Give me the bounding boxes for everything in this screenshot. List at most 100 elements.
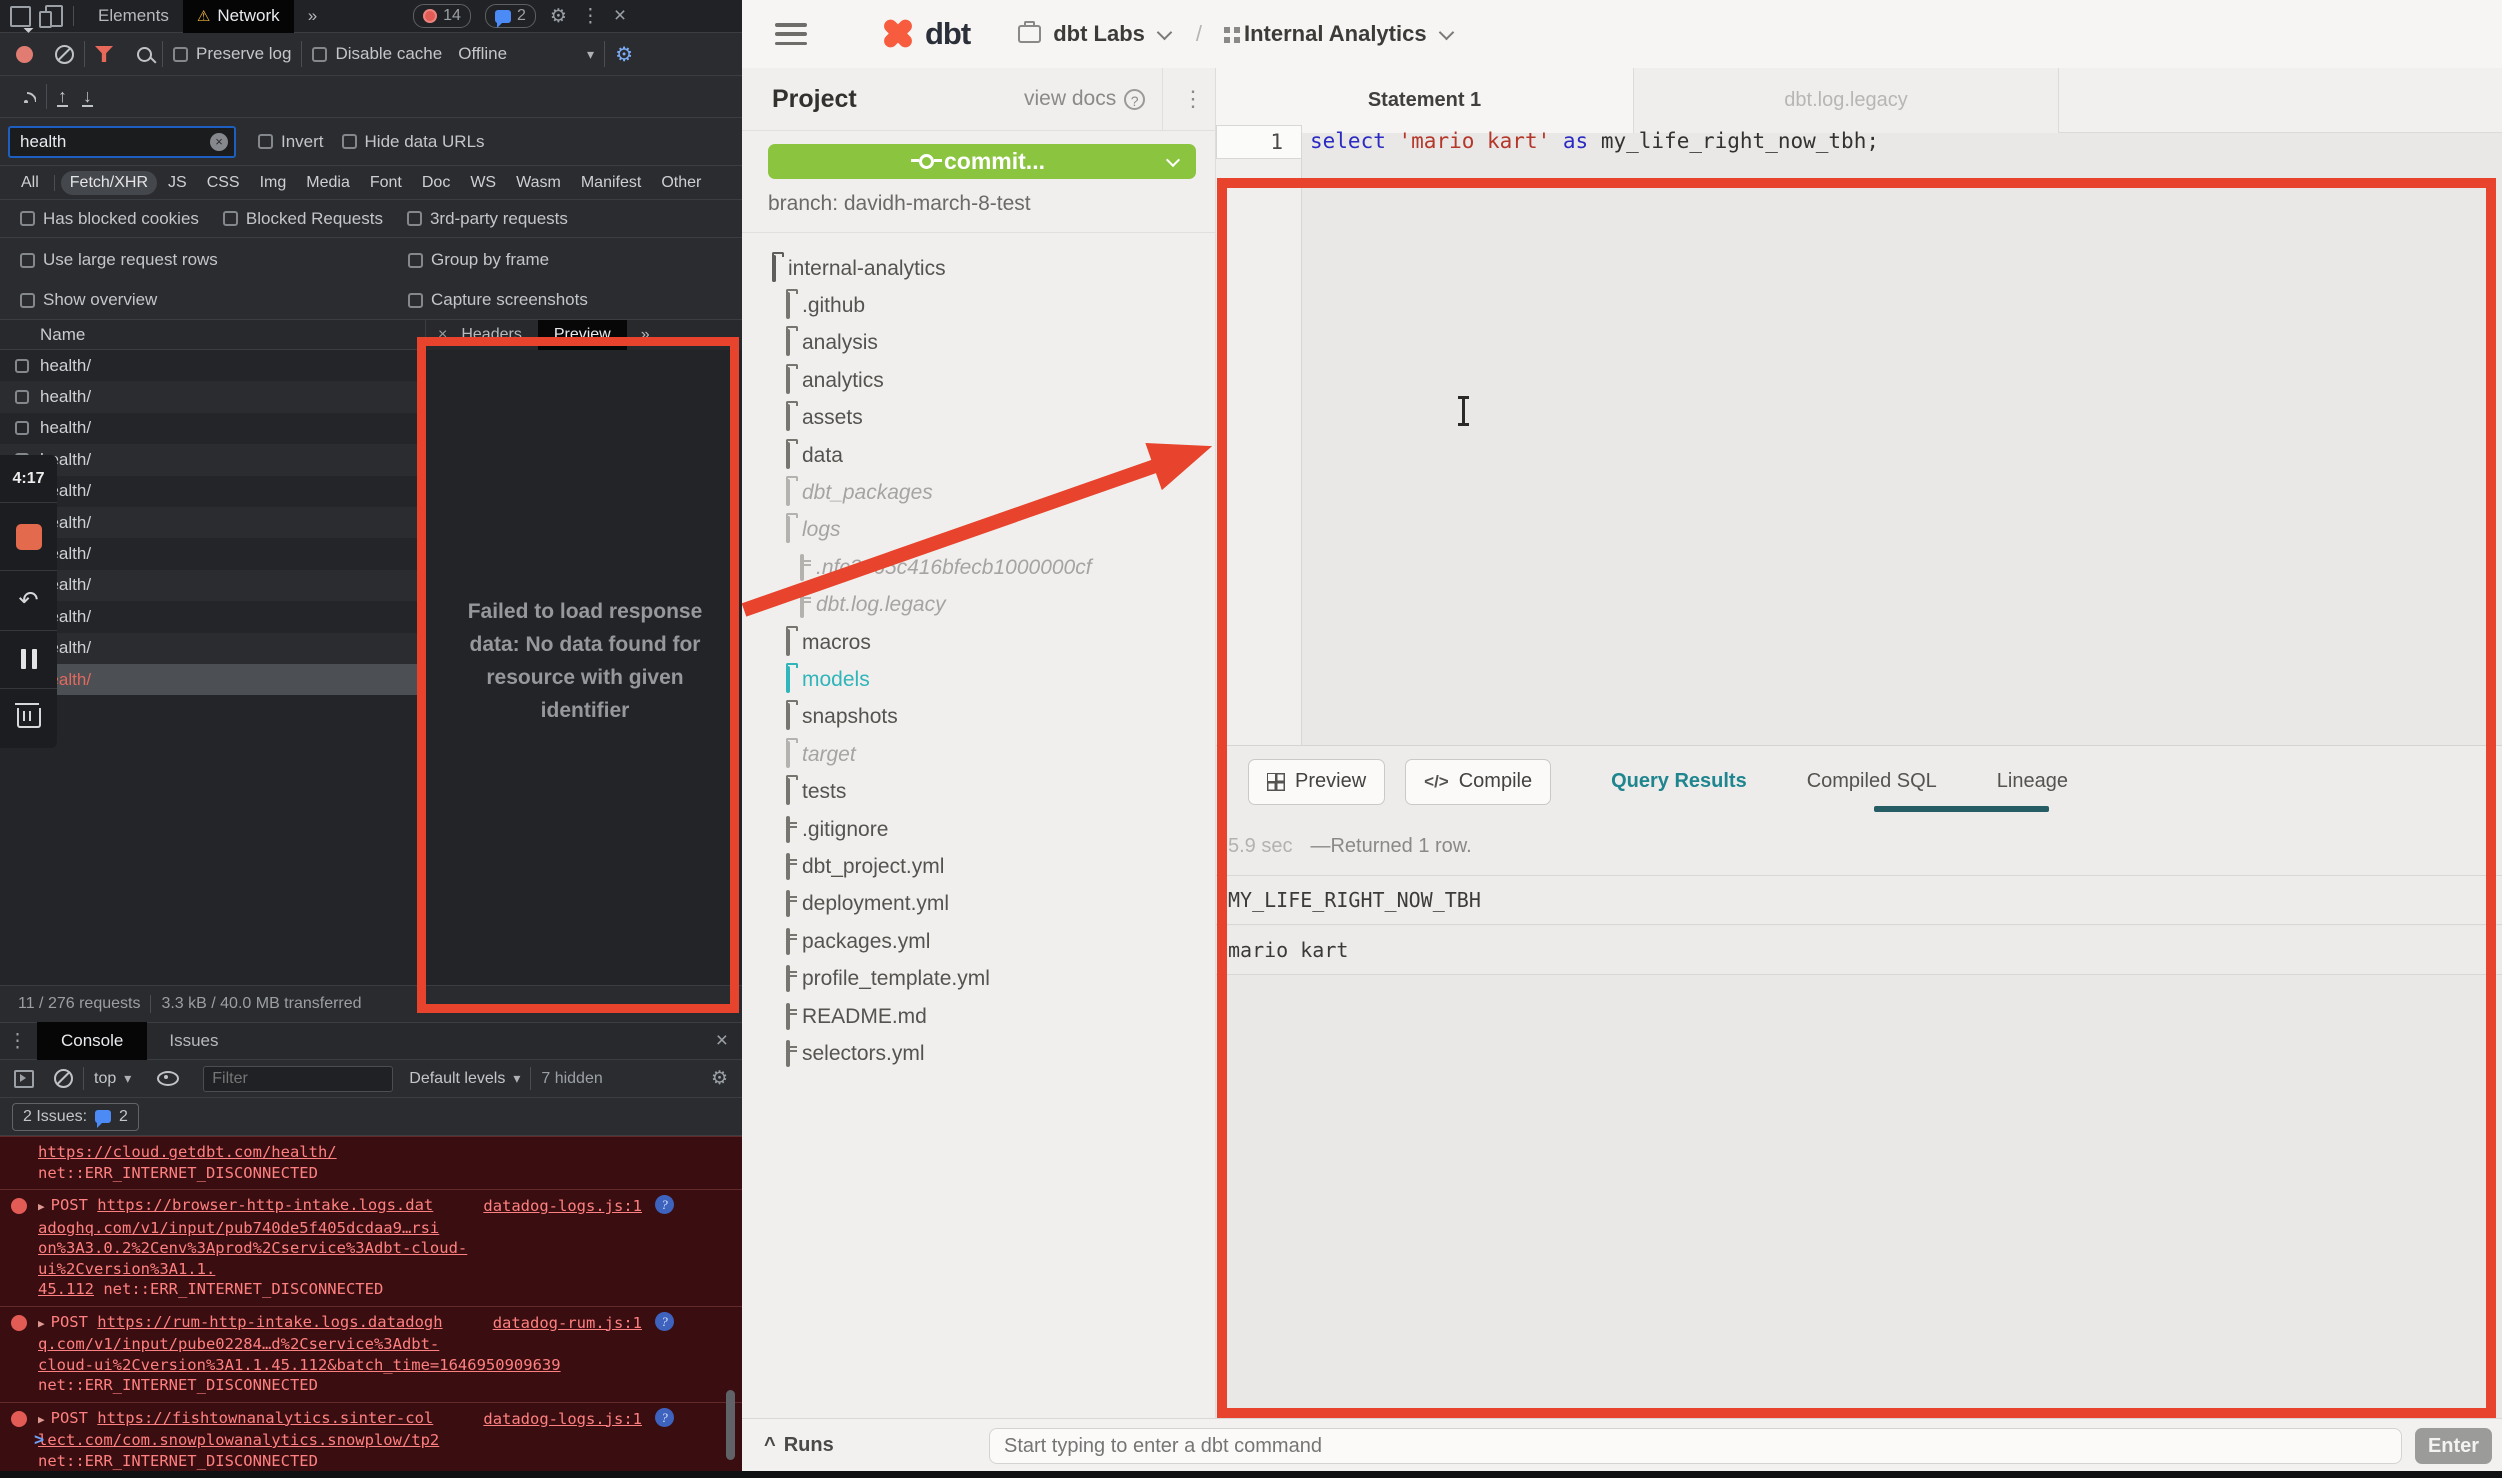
tree-item-file[interactable]: .gitignore (742, 811, 1216, 848)
log-levels-select[interactable]: Default levels (409, 1070, 505, 1088)
error-url-link[interactable]: lect.com/com.snowplowanalytics.snowplow/… (38, 1431, 439, 1449)
commit-dropdown-chevron-icon[interactable] (1166, 152, 1180, 166)
tab-elements[interactable]: Elements (84, 0, 183, 33)
console-error-message[interactable]: https://cloud.getdbt.com/health/ net::ER… (0, 1136, 742, 1190)
clear-filter-icon[interactable]: × (210, 133, 228, 151)
group-by-frame-checkbox[interactable] (408, 253, 423, 268)
context-caret-icon[interactable]: ▾ (124, 1070, 131, 1087)
console-scrollbar[interactable] (726, 1390, 735, 1460)
clear-console-icon[interactable] (54, 1069, 73, 1088)
expand-triangle-icon[interactable]: ▶ (38, 1200, 45, 1213)
request-row[interactable]: health/ (0, 633, 425, 664)
info-icon[interactable]: ? (655, 1312, 674, 1331)
throttling-caret-icon[interactable]: ▾ (587, 46, 594, 63)
project-menu-icon[interactable]: ⋮ (1182, 86, 1204, 112)
tree-item-folder[interactable]: macros (742, 624, 1216, 661)
close-console-icon[interactable]: × (716, 1029, 728, 1053)
filter-chip-font[interactable]: Font (361, 171, 411, 195)
code-line[interactable]: select 'mario kart' as my_life_right_now… (1310, 129, 1879, 153)
enter-button[interactable]: Enter (2415, 1428, 2492, 1464)
stop-recording-button[interactable] (0, 502, 57, 570)
tree-item-folder[interactable]: analytics (742, 362, 1216, 399)
view-docs-link[interactable]: view docs ? (1024, 87, 1145, 111)
invert-checkbox[interactable] (258, 134, 273, 149)
error-url-link[interactable]: https://browser-http-intake.logs.dat (97, 1196, 433, 1214)
commit-button[interactable]: commit... (768, 144, 1196, 179)
more-tabs-button[interactable]: » (294, 0, 331, 33)
blocked-requests-checkbox[interactable] (223, 211, 238, 226)
filter-chip-js[interactable]: JS (159, 171, 196, 195)
source-location-link[interactable]: datadog-logs.js:1 (483, 1196, 642, 1217)
dbt-command-input[interactable] (989, 1428, 2402, 1464)
tree-item-folder[interactable]: internal-analytics (742, 250, 1216, 287)
console-menu-icon[interactable]: ⋮ (8, 1030, 27, 1053)
live-expression-eye-icon[interactable] (157, 1071, 179, 1086)
tree-item-file[interactable]: README.md (742, 998, 1216, 1035)
devtools-close-icon[interactable]: × (614, 4, 626, 28)
request-row[interactable]: health/ (0, 601, 425, 632)
network-filter-input[interactable] (8, 126, 236, 158)
project-chevron-icon[interactable] (1438, 24, 1454, 40)
tree-item-folder[interactable]: tests (742, 773, 1216, 810)
request-row[interactable]: health/ (0, 381, 425, 412)
filter-chip-css[interactable]: CSS (198, 171, 249, 195)
hide-data-urls-checkbox[interactable] (342, 134, 357, 149)
tree-item-file[interactable]: selectors.yml (742, 1035, 1216, 1072)
source-location-link[interactable]: datadog-logs.js:1 (483, 1409, 642, 1430)
console-filter-input[interactable] (203, 1066, 393, 1092)
tab-network[interactable]: ⚠ Network (183, 0, 294, 33)
delete-recording-button[interactable] (0, 688, 57, 748)
error-url-link[interactable]: https://rum-http-intake.logs.datadogh (97, 1313, 442, 1331)
error-url-link[interactable]: https://fishtownanalytics.sinter-col (97, 1409, 433, 1427)
name-column-header[interactable]: Name (40, 325, 85, 345)
filter-chip-img[interactable]: Img (251, 171, 296, 195)
use-large-request-rows-checkbox[interactable] (20, 253, 35, 268)
network-conditions-gear-icon[interactable]: ⚙ (615, 42, 633, 67)
filter-chip-ws[interactable]: WS (461, 171, 505, 195)
tree-item-folder[interactable]: target (742, 736, 1216, 773)
error-url-link[interactable]: cloud-ui%2Cversion%3A1.1.45.112&batch_ti… (38, 1356, 561, 1374)
throttling-select[interactable]: Offline (458, 44, 507, 64)
filter-chip-doc[interactable]: Doc (413, 171, 459, 195)
tree-item-folder[interactable]: assets (742, 400, 1216, 437)
dbt-logo-icon[interactable] (879, 15, 917, 53)
account-name[interactable]: dbt Labs (1053, 21, 1145, 47)
capture-screenshots-checkbox[interactable] (408, 293, 423, 308)
request-checkbox[interactable] (15, 421, 29, 435)
tab-issues[interactable]: Issues (169, 1031, 218, 1051)
levels-caret-icon[interactable]: ▾ (513, 1070, 520, 1087)
editor-tab-dbt-log-legacy[interactable]: dbt.log.legacy (1634, 68, 2059, 133)
tree-item-folder[interactable]: .github (742, 287, 1216, 324)
request-row[interactable]: health/ (0, 538, 425, 569)
filter-chip-all[interactable]: All (12, 171, 48, 195)
search-icon[interactable] (137, 47, 152, 62)
request-checkbox[interactable] (15, 390, 29, 404)
request-row[interactable]: health/ (0, 570, 425, 601)
export-har-icon[interactable]: ↓ (82, 87, 93, 107)
tree-item-file[interactable]: profile_template.yml (742, 960, 1216, 997)
filter-chip-fetch-xhr[interactable]: Fetch/XHR (61, 171, 157, 195)
console-error-message[interactable]: ▶POST https://fishtownanalytics.sinter-c… (0, 1403, 742, 1478)
devtools-menu-icon[interactable]: ⋮ (581, 5, 600, 28)
issues-count-badge[interactable]: 2 (485, 4, 536, 28)
runs-toggle[interactable]: ^ Runs (764, 1434, 834, 1457)
third-party-requests-checkbox[interactable] (407, 211, 422, 226)
has-blocked-cookies-checkbox[interactable] (20, 211, 35, 226)
preserve-log-checkbox[interactable] (173, 47, 188, 62)
request-row-selected[interactable]: health/ (0, 664, 425, 695)
pause-recording-button[interactable] (0, 630, 57, 688)
request-row[interactable]: health/ (0, 444, 425, 475)
tree-item-folder[interactable]: snapshots (742, 699, 1216, 736)
error-count-badge[interactable]: 14 (413, 4, 471, 28)
tree-item-file[interactable]: dbt_project.yml (742, 848, 1216, 885)
tab-console[interactable]: Console (37, 1022, 147, 1060)
dbt-logo-text[interactable]: dbt (925, 16, 970, 52)
filter-chip-manifest[interactable]: Manifest (572, 171, 650, 195)
show-overview-checkbox[interactable] (20, 293, 35, 308)
disable-cache-checkbox[interactable] (312, 47, 327, 62)
settings-gear-icon[interactable]: ⚙ (550, 5, 567, 28)
record-icon[interactable] (16, 46, 33, 63)
console-sidebar-icon[interactable] (14, 1070, 34, 1088)
restart-recording-button[interactable]: ↶ (0, 570, 57, 629)
tree-item-folder[interactable]: analysis (742, 325, 1216, 362)
